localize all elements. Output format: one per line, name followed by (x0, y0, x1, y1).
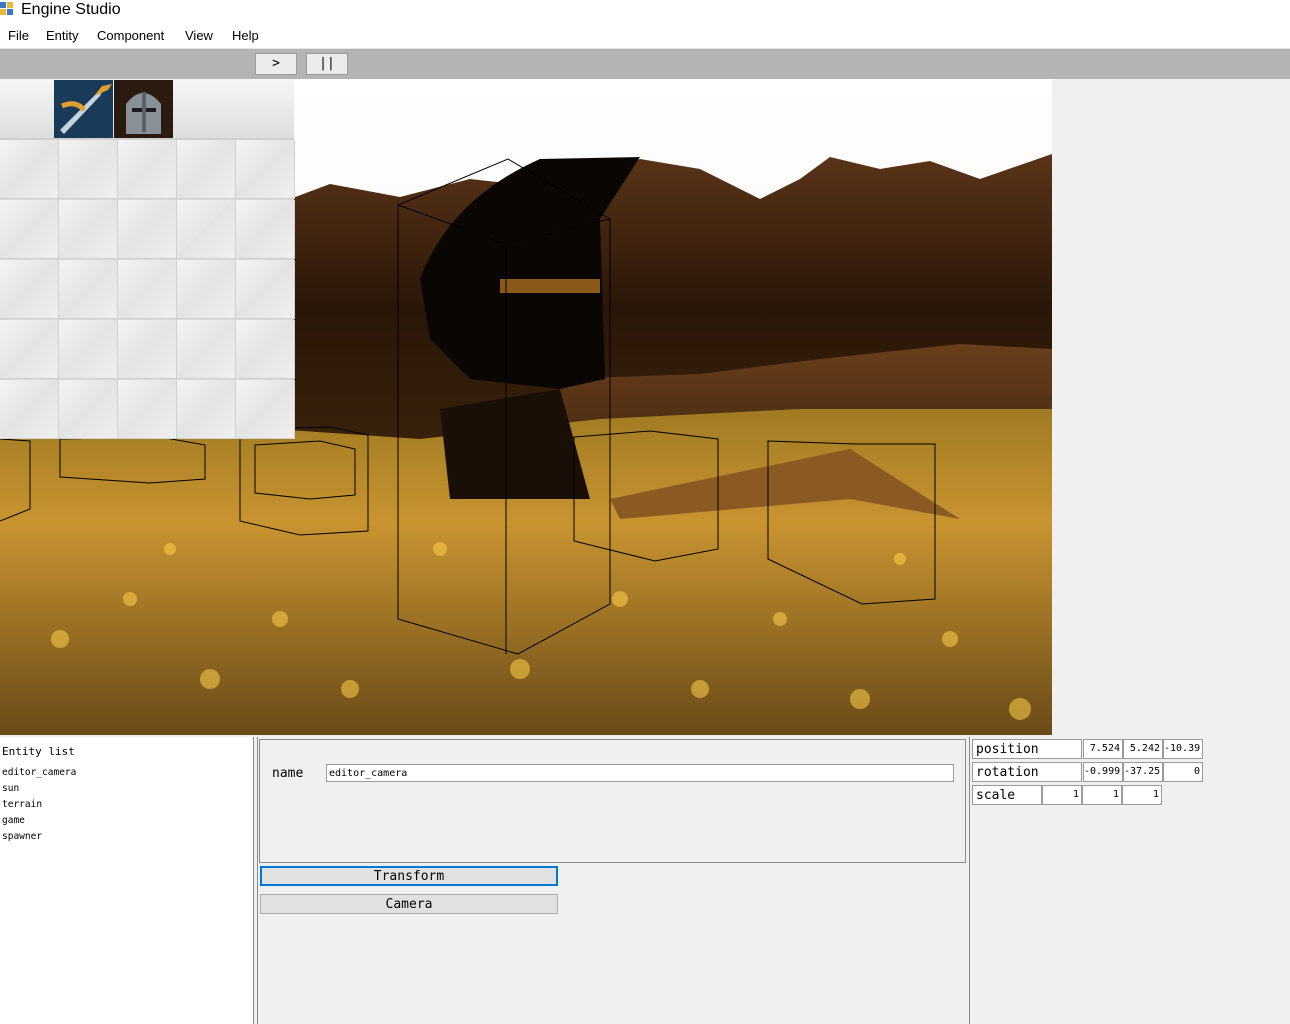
inventory-slot[interactable] (0, 200, 59, 259)
inventory-slot[interactable] (59, 380, 118, 439)
inventory-grid (0, 79, 295, 439)
inventory-slot[interactable] (118, 380, 177, 439)
inventory-slot[interactable] (0, 320, 59, 379)
menu-file[interactable]: File (8, 28, 29, 43)
menu-component[interactable]: Component (97, 28, 164, 43)
entity-item-spawner[interactable]: spawner (2, 831, 42, 842)
entity-item-terrain[interactable]: terrain (2, 799, 42, 810)
rotation-x-field[interactable]: -0.999 (1083, 762, 1123, 782)
pause-button[interactable]: || (306, 53, 348, 75)
rotation-label: rotation (972, 762, 1082, 782)
menu-bar: File Entity Component View Help (0, 24, 1290, 49)
menu-help[interactable]: Help (232, 28, 259, 43)
inventory-slot[interactable] (59, 320, 118, 379)
scale-z-field[interactable]: 1 (1122, 785, 1162, 805)
transform-properties-panel: position 7.524 5.242 -10.39 rotation -0.… (969, 737, 1290, 1024)
toolbar: > || (0, 49, 1290, 79)
window-title: Engine Studio (21, 1, 121, 18)
play-button[interactable]: > (255, 53, 297, 75)
scale-label: scale (972, 785, 1042, 805)
camera-component-button[interactable]: Camera (260, 894, 558, 914)
entity-name-group: name editor_camera (259, 739, 966, 863)
inventory-slot[interactable] (118, 140, 177, 199)
inventory-slot[interactable] (236, 140, 295, 199)
inventory-slot[interactable] (177, 260, 236, 319)
entity-list-panel: Entity list editor_camera sun terrain ga… (0, 737, 254, 1024)
inventory-slot[interactable] (177, 140, 236, 199)
sword-item-icon[interactable] (54, 80, 113, 138)
inventory-slot[interactable] (118, 200, 177, 259)
inventory-slot[interactable] (236, 260, 295, 319)
inventory-slot[interactable] (177, 200, 236, 259)
scale-x-field[interactable]: 1 (1042, 785, 1082, 805)
entity-item-editor-camera[interactable]: editor_camera (2, 767, 76, 778)
rotation-y-field[interactable]: -37.25 (1123, 762, 1163, 782)
viewport-side-area (1052, 79, 1290, 735)
position-x-field[interactable]: 7.524 (1083, 739, 1123, 759)
inventory-slot[interactable] (59, 200, 118, 259)
inventory-slot[interactable] (177, 380, 236, 439)
rotation-z-field[interactable]: 0 (1163, 762, 1203, 782)
menu-view[interactable]: View (185, 28, 213, 43)
inventory-slot[interactable] (59, 140, 118, 199)
inventory-slot[interactable] (0, 140, 59, 199)
inventory-slot[interactable] (236, 380, 295, 439)
position-y-field[interactable]: 5.242 (1123, 739, 1163, 759)
app-window-icon (0, 2, 14, 16)
inventory-slot[interactable] (236, 320, 295, 379)
inspector-panel: name editor_camera Transform Camera (257, 737, 970, 1024)
position-label: position (972, 739, 1082, 759)
inventory-slot[interactable] (236, 200, 295, 259)
inventory-slot[interactable] (118, 260, 177, 319)
inventory-hotbar (0, 79, 294, 140)
title-bar: Engine Studio (0, 0, 1290, 24)
entity-list-title: Entity list (2, 745, 75, 758)
inventory-slot[interactable] (118, 320, 177, 379)
inventory-slot[interactable] (177, 320, 236, 379)
menu-entity[interactable]: Entity (46, 28, 79, 43)
inventory-slot[interactable] (0, 260, 59, 319)
entity-name-input[interactable]: editor_camera (326, 764, 954, 782)
entity-item-sun[interactable]: sun (2, 783, 19, 794)
inventory-slot[interactable] (0, 380, 59, 439)
scale-y-field[interactable]: 1 (1082, 785, 1122, 805)
position-z-field[interactable]: -10.39 (1163, 739, 1203, 759)
name-label: name (272, 766, 304, 781)
transform-component-button[interactable]: Transform (260, 866, 558, 886)
entity-item-game[interactable]: game (2, 815, 25, 826)
knight-helmet-item-icon[interactable] (114, 80, 173, 138)
inventory-slot[interactable] (59, 260, 118, 319)
